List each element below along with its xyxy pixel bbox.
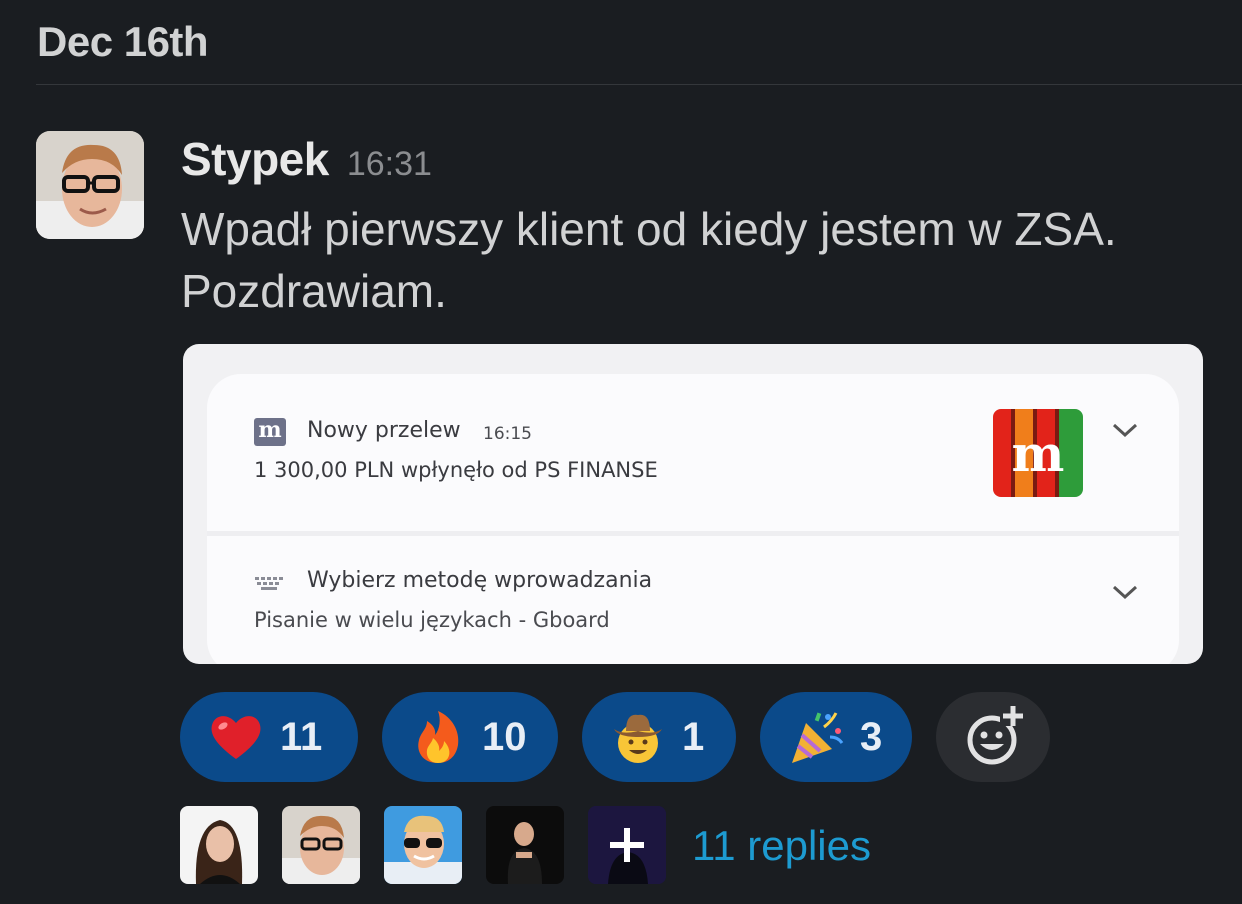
- reply-avatar-more: [588, 806, 666, 884]
- reaction-count: 3: [860, 714, 883, 759]
- message-timestamp[interactable]: 16:31: [347, 145, 432, 184]
- reaction-heart[interactable]: 11: [180, 692, 358, 782]
- add-emoji-icon: [967, 706, 1026, 765]
- svg-text:m: m: [1012, 424, 1065, 483]
- message-text: Wpadł pierwszy klient od kiedy jestem w …: [181, 203, 1117, 317]
- reaction-count: 10: [482, 714, 527, 759]
- notification-panel: m Nowy przelew 16:15 1 300,00 PLN wpłynę…: [207, 374, 1179, 664]
- sender-name[interactable]: Stypek: [181, 132, 329, 186]
- notification-title: Wybierz metodę wprowadzania: [307, 568, 653, 593]
- notification-keyboard: Wybierz metodę wprowadzania Pisanie w wi…: [207, 536, 1179, 664]
- fire-icon: [418, 711, 459, 763]
- reply-avatar: [486, 806, 564, 884]
- reaction-fire[interactable]: 10: [382, 692, 558, 782]
- reply-avatar: [282, 806, 360, 884]
- chevron-down-icon: [1112, 423, 1138, 438]
- mbank-app-icon: m: [254, 418, 286, 446]
- keyboard-icon: [255, 577, 283, 590]
- replies-link[interactable]: 11 replies: [692, 822, 871, 870]
- party-popper-icon: [792, 712, 844, 763]
- image-attachment[interactable]: m Nowy przelew 16:15 1 300,00 PLN wpłynę…: [183, 344, 1203, 664]
- reaction-cowboy[interactable]: 1: [582, 692, 736, 782]
- heart-icon: [211, 716, 261, 759]
- reply-avatar: [180, 806, 258, 884]
- notification-body: 1 300,00 PLN wpłynęło od PS FINANSE: [254, 458, 658, 482]
- notification-time: 16:15: [483, 424, 532, 444]
- sender-avatar[interactable]: [36, 131, 144, 239]
- reaction-count: 11: [280, 714, 323, 759]
- date-divider: [36, 84, 1242, 85]
- add-reaction-button[interactable]: [936, 692, 1050, 782]
- reply-avatar: [384, 806, 462, 884]
- notification-body: Pisanie w wielu językach - Gboard: [254, 608, 610, 632]
- message-header: Stypek 16:31: [181, 132, 432, 186]
- reaction-tada[interactable]: 3: [760, 692, 912, 782]
- cowboy-icon: [614, 714, 662, 763]
- date-header[interactable]: Dec 16th: [37, 18, 209, 66]
- notification-transfer: m Nowy przelew 16:15 1 300,00 PLN wpłynę…: [207, 374, 1179, 531]
- notification-title: Nowy przelew: [307, 418, 461, 443]
- reaction-count: 1: [682, 714, 705, 759]
- chevron-down-icon: [1112, 585, 1138, 600]
- mbank-logo-icon: m: [993, 409, 1083, 497]
